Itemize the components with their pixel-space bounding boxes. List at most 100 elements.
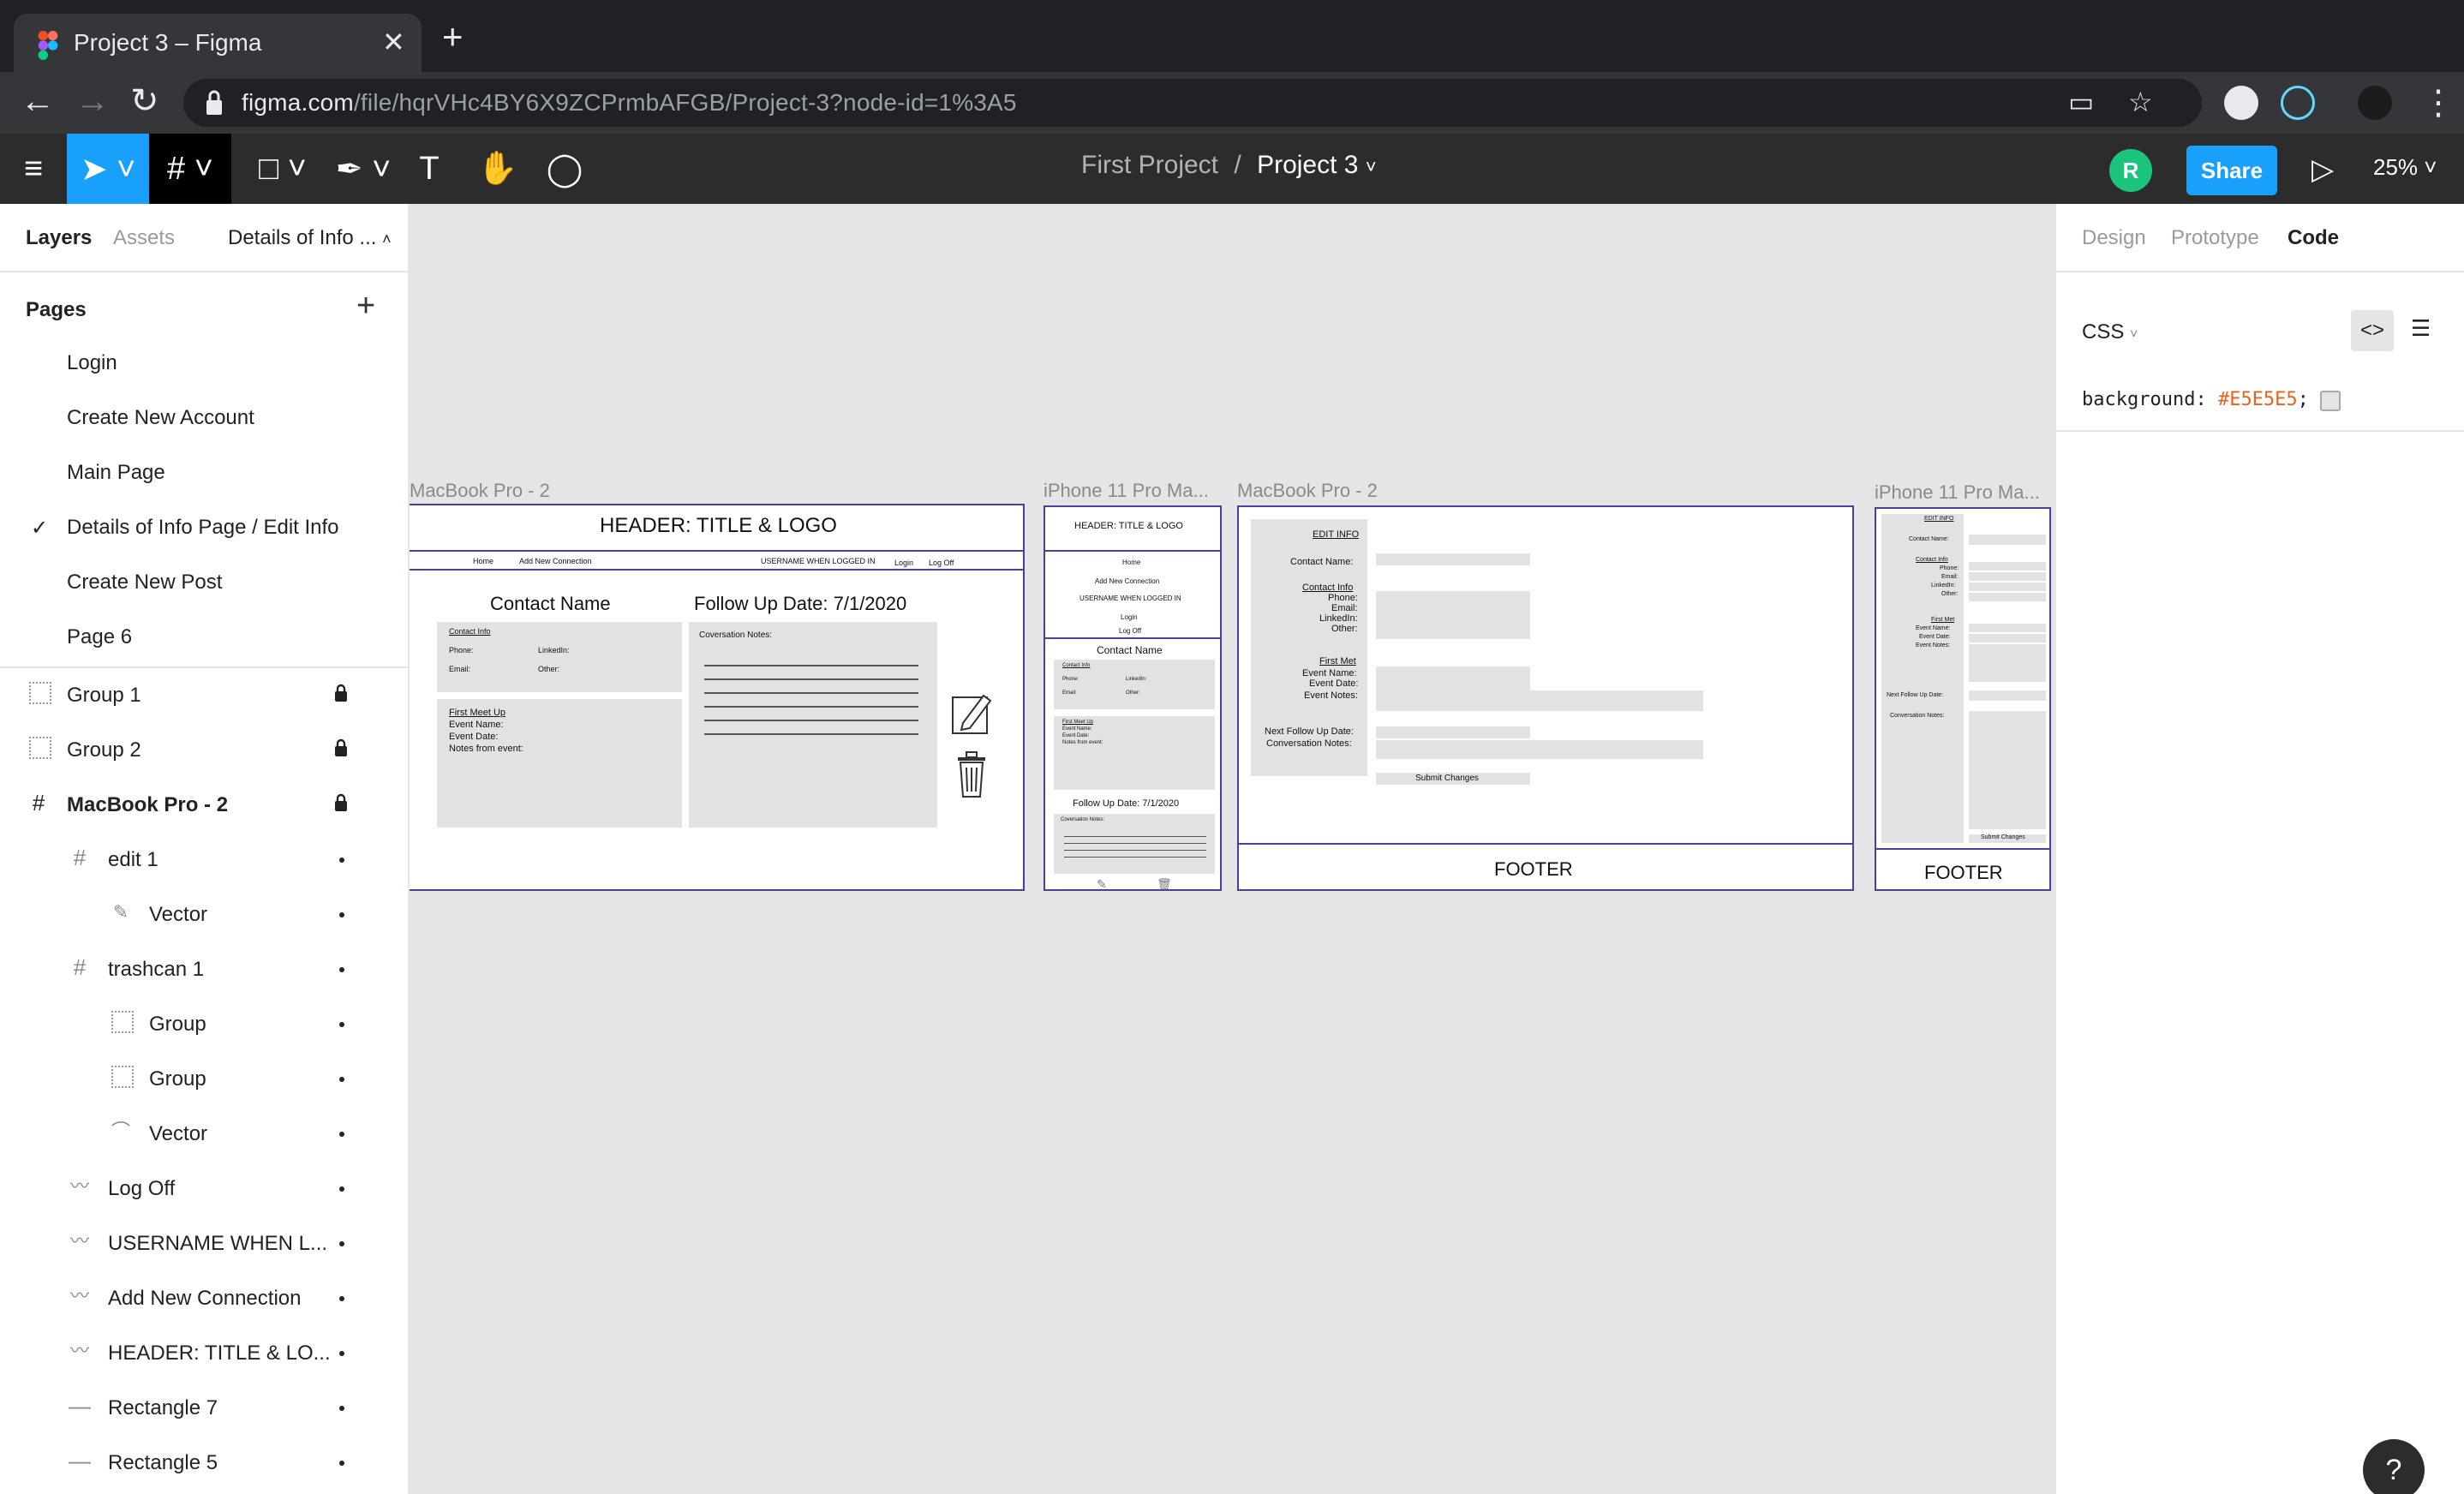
- layer-row[interactable]: — Rectangle 7: [0, 1381, 408, 1436]
- frame-iphone-edit[interactable]: EDIT INFO Contact Name: Contact Info Pho…: [1875, 507, 2051, 891]
- frame-iphone-details[interactable]: HEADER: TITLE & LOGO Home Add New Connec…: [1044, 505, 1222, 891]
- browser-menu-icon[interactable]: ⋮: [2421, 86, 2455, 120]
- layer-row[interactable]: Group 1: [0, 668, 408, 723]
- layer-row[interactable]: — Rectangle 5: [0, 1436, 408, 1491]
- reload-icon[interactable]: ↻: [130, 84, 159, 118]
- main-menu-icon[interactable]: ≡: [12, 134, 55, 204]
- layer-row[interactable]: # edit 1: [0, 833, 408, 887]
- contact-name-input: [1969, 535, 2046, 545]
- label: First Met: [1319, 656, 1356, 666]
- canvas[interactable]: MacBook Pro - 2 HEADER: TITLE & LOGO Hom…: [410, 204, 2054, 1494]
- new-tab-icon[interactable]: +: [442, 19, 463, 55]
- visibility-dot[interactable]: [339, 1022, 344, 1027]
- pen-tool-icon[interactable]: ✒ ˅: [329, 134, 398, 204]
- layer-row[interactable]: 〰 USERNAME WHEN L...: [0, 1216, 408, 1271]
- back-icon[interactable]: ←: [21, 84, 55, 118]
- share-button[interactable]: Share: [2186, 146, 2277, 195]
- frame-label[interactable]: iPhone 11 Pro Ma...: [1875, 481, 2040, 504]
- visibility-dot[interactable]: [339, 858, 344, 863]
- visibility-dot[interactable]: [339, 1132, 344, 1137]
- layer-row[interactable]: Group: [0, 997, 408, 1052]
- layer-row[interactable]: # trashcan 1: [0, 942, 408, 997]
- visibility-dot[interactable]: [339, 1351, 344, 1356]
- shape-tool-icon[interactable]: □ ˅: [248, 134, 317, 204]
- label: Notes from event:: [1062, 740, 1103, 745]
- label: Phone:: [1328, 593, 1358, 603]
- visibility-dot[interactable]: [339, 1296, 344, 1301]
- layer-row[interactable]: 〰 HEADER: TITLE & LO...: [0, 1326, 408, 1381]
- label: Contact Info: [1302, 583, 1354, 593]
- hand-tool-icon[interactable]: ✋: [476, 134, 519, 204]
- visibility-dot[interactable]: [339, 1077, 344, 1082]
- tab-design[interactable]: Design: [2082, 226, 2146, 250]
- comment-tool-icon[interactable]: ◯: [543, 134, 586, 204]
- visibility-dot[interactable]: [339, 967, 344, 972]
- breadcrumb-project[interactable]: First Project: [1081, 151, 1218, 179]
- page-item-create-account[interactable]: Create New Account: [67, 406, 254, 430]
- language-select[interactable]: CSS ˅: [2082, 320, 2138, 344]
- visibility-dot[interactable]: [339, 1241, 344, 1246]
- divider: [2056, 430, 2464, 432]
- lock-icon[interactable]: [334, 684, 348, 702]
- lock-icon[interactable]: [334, 793, 348, 812]
- layer-row[interactable]: Group: [0, 1052, 408, 1107]
- help-icon[interactable]: ?: [2363, 1439, 2425, 1494]
- zoom-level[interactable]: 25% ˅: [2373, 154, 2437, 181]
- page-item-details-of-info[interactable]: Details of Info Page / Edit Info: [67, 516, 339, 540]
- page-selector[interactable]: Details of Info ... ˄: [228, 226, 392, 250]
- layer-name: HEADER: TITLE & LO...: [108, 1342, 331, 1365]
- tab-assets[interactable]: Assets: [113, 226, 175, 250]
- layer-row[interactable]: # MacBook Pro - 2: [0, 778, 408, 833]
- page-item-page-6[interactable]: Page 6: [67, 625, 132, 649]
- page-item-login[interactable]: Login: [67, 351, 117, 375]
- cast-icon[interactable]: ▭: [2068, 86, 2094, 118]
- page-item-create-new-post[interactable]: Create New Post: [67, 571, 222, 595]
- close-tab-icon[interactable]: ✕: [382, 26, 405, 58]
- lock-icon[interactable]: [334, 738, 348, 757]
- trashcan-icon: [958, 751, 985, 798]
- label: Event Date:: [1919, 634, 1951, 640]
- bookmark-star-icon[interactable]: ☆: [2128, 86, 2153, 118]
- nav-add-connection: Add New Connection: [1095, 577, 1160, 585]
- visibility-dot[interactable]: [339, 1461, 344, 1466]
- frame-label[interactable]: MacBook Pro - 2: [1237, 480, 1378, 502]
- label: Coversation Notes:: [699, 630, 773, 640]
- layer-row[interactable]: Group 2: [0, 723, 408, 778]
- move-tool-icon[interactable]: ➤ ˅: [67, 134, 149, 204]
- tab-layers[interactable]: Layers: [26, 226, 92, 250]
- layer-row[interactable]: 〰 Add New Connection: [0, 1271, 408, 1326]
- visibility-dot[interactable]: [339, 912, 344, 917]
- profile-avatar[interactable]: [2358, 86, 2392, 120]
- footer-label: FOOTER: [1494, 858, 1573, 880]
- list-view-icon[interactable]: ☰: [2411, 315, 2431, 342]
- checkmark-icon: ✓: [31, 517, 49, 540]
- group-icon: [111, 1011, 134, 1033]
- visibility-dot[interactable]: [339, 1406, 344, 1411]
- frame-label[interactable]: iPhone 11 Pro Ma...: [1044, 480, 1209, 502]
- user-avatar[interactable]: R: [2109, 149, 2152, 192]
- chevron-down-icon[interactable]: ˅: [1366, 156, 1377, 177]
- browser-tab[interactable]: Project 3 – Figma ✕: [14, 14, 422, 72]
- frame-tool-icon[interactable]: # ˅: [149, 134, 231, 204]
- breadcrumb-file[interactable]: Project 3: [1257, 151, 1358, 179]
- tab-prototype[interactable]: Prototype: [2171, 226, 2259, 250]
- layer-row[interactable]: ⌒ Vector: [0, 1107, 408, 1162]
- present-play-icon[interactable]: ▷: [2311, 152, 2334, 187]
- frame-macbook-edit[interactable]: EDIT INFO Contact Name: Contact Info Pho…: [1237, 505, 1854, 891]
- conversation-notes-box: Coversation Notes:: [1054, 814, 1215, 874]
- frame-macbook-details[interactable]: HEADER: TITLE & LOGO Home Add New Connec…: [410, 504, 1025, 891]
- add-page-icon[interactable]: +: [356, 288, 375, 325]
- email-input: [1969, 572, 2046, 581]
- page-item-main-page[interactable]: Main Page: [67, 461, 165, 485]
- text-tool-icon[interactable]: T: [408, 134, 451, 204]
- code-view-icon[interactable]: <>: [2351, 310, 2394, 351]
- frame-label[interactable]: MacBook Pro - 2: [410, 480, 550, 502]
- tab-code[interactable]: Code: [2288, 226, 2339, 250]
- react-devtools-icon[interactable]: [2281, 86, 2315, 120]
- visibility-dot[interactable]: [339, 1186, 344, 1192]
- address-bar[interactable]: figma.com/file/hqrVHc4BY6X9ZCPrmbAFGB/Pr…: [183, 79, 2202, 127]
- forward-icon[interactable]: →: [75, 84, 110, 118]
- layer-row[interactable]: ✎ Vector: [0, 887, 408, 942]
- extension-icon[interactable]: [2224, 86, 2258, 120]
- layer-row[interactable]: 〰 Log Off: [0, 1162, 408, 1216]
